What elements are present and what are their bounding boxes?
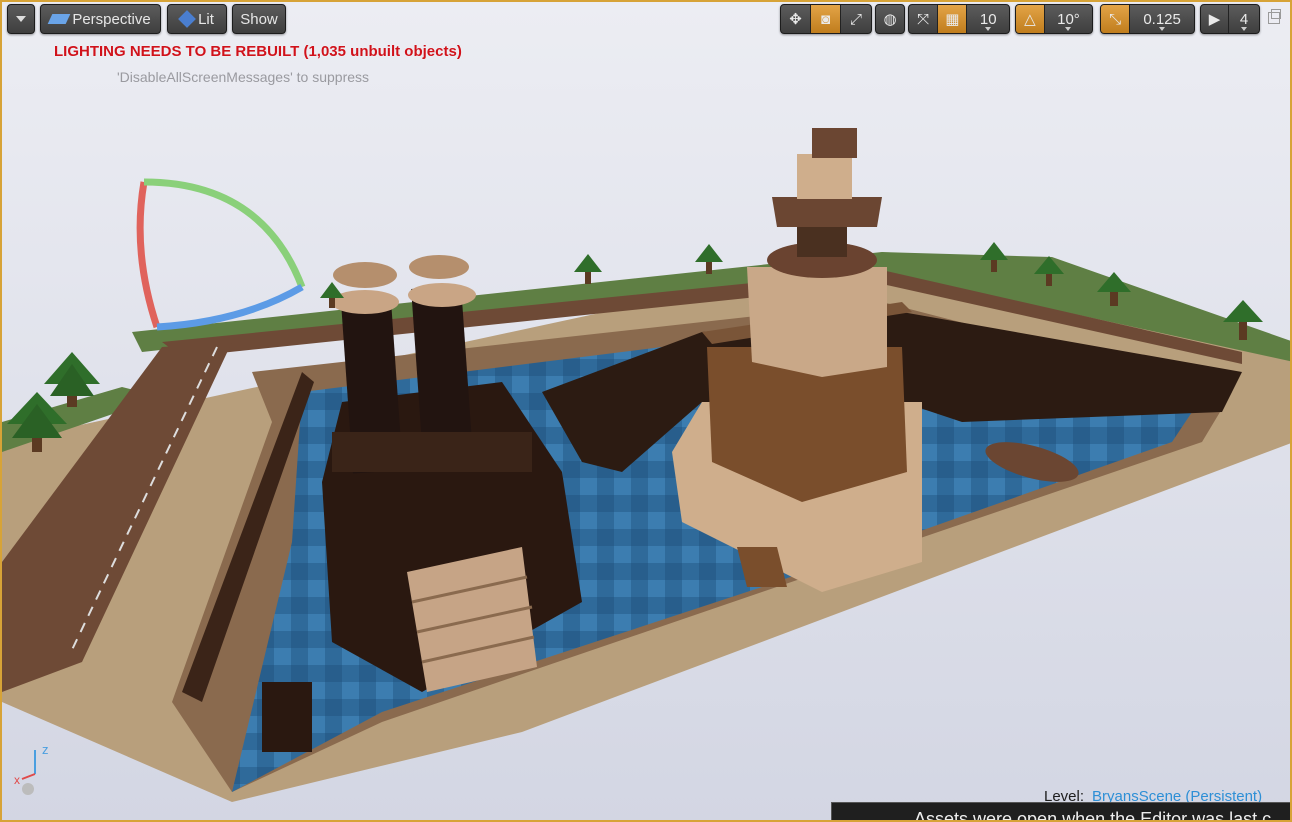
svg-text:x: x (14, 773, 20, 787)
world-space-icon[interactable]: ◍ (876, 5, 904, 33)
level-viewport[interactable]: z x Perspective Lit Show ✥ ◙ ⤢ ◍ ⤧ ▦ 10 … (0, 0, 1292, 822)
restore-viewport-icon[interactable] (1268, 9, 1281, 24)
scale-snap-group[interactable]: ⤡ 0.125 (1100, 4, 1195, 34)
lighting-mode-button[interactable]: Lit (167, 4, 227, 34)
perspective-icon (47, 14, 71, 24)
coordinate-system[interactable]: ◍ (875, 4, 905, 34)
camera-speed-value[interactable]: 4 (1229, 5, 1259, 33)
scale-snap-value[interactable]: 0.125 (1130, 5, 1194, 33)
chevron-down-icon (16, 16, 26, 22)
notification-text: Assets were open when the Editor was las… (914, 809, 1272, 822)
rotation-snap-value[interactable]: 10° (1045, 5, 1092, 33)
grid-snap-icon[interactable]: ▦ (938, 5, 968, 33)
surface-snap-icon[interactable]: ⤧ (909, 5, 939, 33)
translate-icon[interactable]: ✥ (781, 5, 811, 33)
show-label: Show (240, 10, 278, 28)
transform-tools[interactable]: ✥ ◙ ⤢ (780, 4, 872, 34)
grid-snap-value[interactable]: 10 (967, 5, 1009, 33)
camera-speed-icon[interactable]: ▶ (1201, 5, 1229, 33)
scene-render[interactable]: z x (2, 2, 1292, 822)
restore-assets-notification[interactable]: Assets were open when the Editor was las… (831, 802, 1290, 822)
viewport-options-dropdown[interactable] (7, 4, 35, 34)
scale-icon[interactable]: ⤢ (841, 5, 871, 33)
scale-snap-icon[interactable]: ⤡ (1101, 5, 1131, 33)
lighting-warning: LIGHTING NEEDS TO BE REBUILT (1,035 unbu… (54, 43, 462, 60)
show-button[interactable]: Show (232, 4, 286, 34)
camera-speed-group[interactable]: ▶ 4 (1200, 4, 1260, 34)
svg-text:z: z (42, 742, 49, 757)
lit-cube-icon (178, 10, 196, 28)
rotation-snap-icon[interactable]: △ (1016, 5, 1045, 33)
lighting-mode-label: Lit (198, 10, 214, 28)
rotation-snap-group[interactable]: △ 10° (1015, 4, 1093, 34)
rotate-icon[interactable]: ◙ (811, 5, 841, 33)
suppress-hint: 'DisableAllScreenMessages' to suppress (117, 69, 370, 85)
view-mode-button[interactable]: Perspective (40, 4, 161, 34)
grid-snap-group[interactable]: ⤧ ▦ 10 (908, 4, 1010, 34)
view-mode-label: Perspective (72, 10, 151, 28)
